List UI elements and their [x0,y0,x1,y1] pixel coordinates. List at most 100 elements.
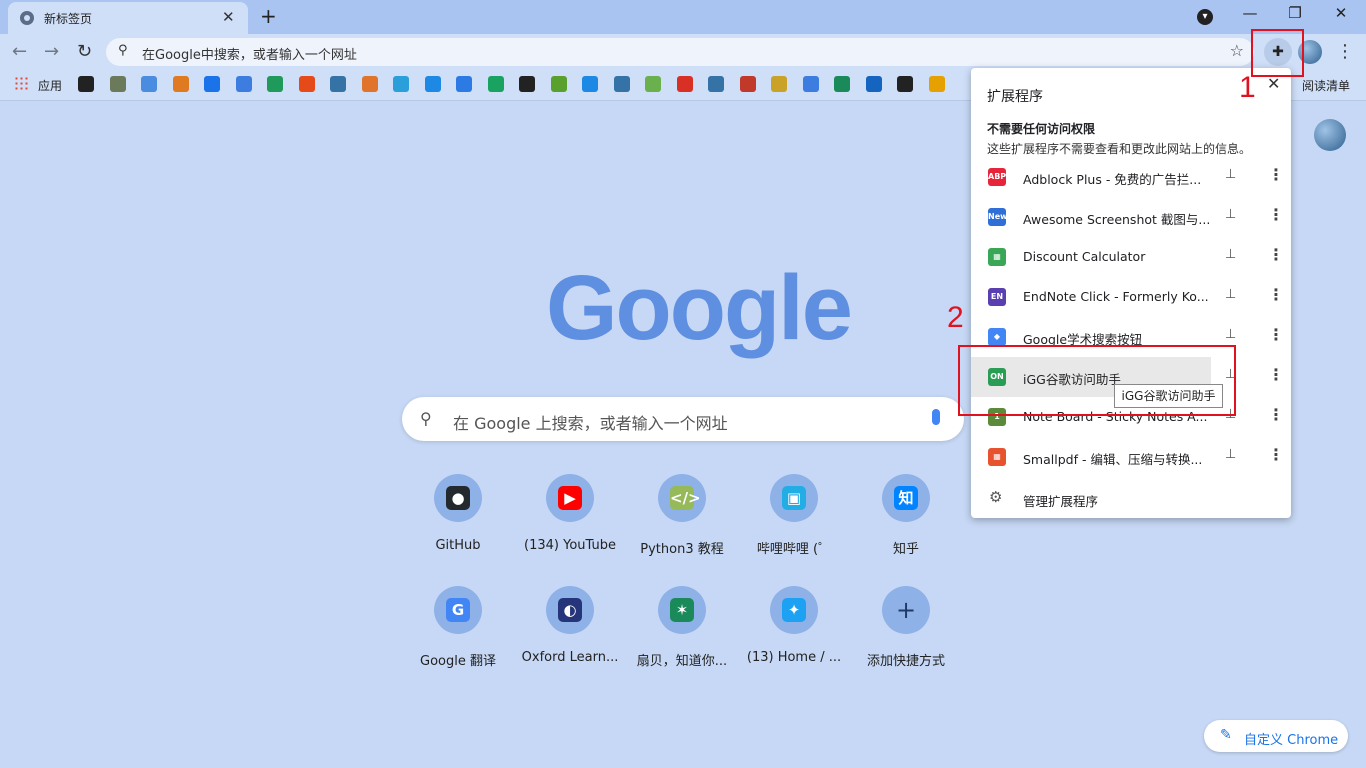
tab-title: 新标签页 [44,12,93,26]
restore-button[interactable]: ❐ [1275,4,1315,22]
pencil-icon: ✎ [1220,727,1232,743]
bookmark-item[interactable] [109,76,126,92]
extension-name: Adblock Plus - 免费的广告拦... [1023,172,1202,187]
bookmark-item[interactable] [708,76,724,92]
search-icon: ⚲ [420,409,432,428]
extensions-popup-title: 扩展程序 [987,89,1043,105]
add-icon: + [895,596,917,624]
shortcut-tile[interactable]: ● GitHub [402,474,514,574]
bookmark-item[interactable] [487,76,504,92]
more-options-icon[interactable]: ⋮ [1268,325,1284,344]
shortcut-tile[interactable]: ▣ 哔哩哔哩 (゜ [738,474,850,574]
google-logo: Google [546,257,853,359]
shortcut-icon-circle: ▶ [546,474,594,522]
shortcut-tile[interactable]: ✦ (13) Home / ... [738,586,850,686]
bookmark-item[interactable] [330,76,346,92]
ntp-search-placeholder: 在 Google 上搜索，或者输入一个网址 [453,414,728,433]
extension-item[interactable]: ABP Adblock Plus - 免费的广告拦... ⊥ ⋮ [971,157,1291,197]
close-tab-icon[interactable]: ✕ [222,8,235,26]
more-options-icon[interactable]: ⋮ [1268,245,1284,264]
tab-search-icon[interactable]: ▾ [1197,9,1213,25]
voice-search-icon[interactable] [932,409,940,425]
shortcut-icon-circle: 知 [882,474,930,522]
bookmark-item[interactable] [267,76,283,92]
shortcut-tile[interactable]: ✶ 扇贝，知道你... [626,586,738,686]
bookmark-item[interactable] [897,76,913,92]
bookmark-item[interactable] [424,76,441,92]
close-window-button[interactable]: ✕ [1321,4,1361,22]
bookmark-item[interactable] [739,76,756,92]
bookmark-item[interactable] [613,76,630,92]
apps-label[interactable]: 应用 [38,77,62,94]
shortcut-icon-circle: </> [658,474,706,522]
pin-icon[interactable]: ⊥ [1225,247,1236,262]
bookmark-item[interactable] [361,76,378,92]
pin-icon[interactable]: ⊥ [1225,327,1236,342]
bookmark-item[interactable] [834,76,850,92]
bookmark-item[interactable] [582,76,598,92]
tab-new-tab[interactable]: 新标签页 ✕ [8,2,248,34]
shortcut-icon-circle: ✦ [770,586,818,634]
bookmark-item[interactable] [771,76,787,92]
bookmark-item[interactable] [393,76,409,92]
reading-list-button[interactable]: 阅读清单 [1302,77,1350,94]
bookmark-item[interactable] [928,76,945,92]
bookmark-item[interactable] [298,76,315,92]
pin-icon[interactable]: ⊥ [1225,287,1236,302]
bookmark-item[interactable] [519,76,535,92]
chrome-icon [20,11,34,25]
extension-item[interactable]: New Awesome Screenshot 截图与... ⊥ ⋮ [971,197,1291,237]
pin-icon[interactable]: ⊥ [1225,207,1236,222]
shortcut-tile[interactable]: G Google 翻译 [402,586,514,686]
bookmark-item[interactable] [802,76,819,92]
bookmark-item[interactable] [172,76,189,92]
customize-chrome-button[interactable]: ✎ 自定义 Chrome [1204,720,1348,752]
shortcut-tile[interactable]: + 添加快捷方式 [850,586,962,686]
reload-button[interactable]: ↻ [77,41,92,62]
back-button[interactable]: ← [12,41,27,62]
bookmark-star-icon[interactable]: ☆ [1230,41,1244,60]
shortcut-tile[interactable]: 知知乎 [850,474,962,574]
more-options-icon[interactable]: ⋮ [1268,405,1284,424]
pin-icon[interactable]: ⊥ [1225,447,1236,462]
new-tab-button[interactable]: + [260,4,277,28]
extension-item[interactable]: ▦ Smallpdf - 编辑、压缩与转换... ⊥ ⋮ [971,437,1291,477]
bookmark-item[interactable] [550,76,567,92]
bookmark-item[interactable] [676,76,693,92]
more-options-icon[interactable]: ⋮ [1268,205,1284,224]
gear-icon: ⚙ [989,488,1003,506]
more-options-icon[interactable]: ⋮ [1268,445,1284,464]
shortcut-tile[interactable]: </> Python3 教程 [626,474,738,574]
ntp-profile-avatar[interactable] [1314,119,1346,151]
bookmark-item[interactable] [645,76,661,92]
bookmark-item[interactable] [456,76,472,92]
extension-name: Discount Calculator [1023,249,1146,264]
more-options-icon[interactable]: ⋮ [1268,365,1284,384]
shortcut-tile[interactable]: ▶ (134) YouTube [514,474,626,574]
more-options-icon[interactable]: ⋮ [1268,165,1284,184]
extension-item[interactable]: ▦ Discount Calculator ⊥ ⋮ [971,237,1291,277]
address-bar[interactable]: ⚲ 在Google中搜索，或者输入一个网址 ☆ [106,38,1254,66]
pin-icon[interactable]: ⊥ [1225,167,1236,182]
bookmark-item[interactable] [78,76,94,92]
bookmark-item[interactable] [204,76,220,92]
shortcut-tile[interactable]: ◐ Oxford Learn... [514,586,626,686]
minimize-button[interactable]: — [1230,4,1270,22]
bookmark-item[interactable] [141,76,157,92]
forward-button[interactable]: → [44,41,59,62]
bookmark-item[interactable] [865,76,882,92]
extension-item[interactable]: EN EndNote Click - Formerly Ko... ⊥ ⋮ [971,277,1291,317]
annotation-number-1: 1 [1239,71,1256,104]
ntp-search-box[interactable]: ⚲ 在 Google 上搜索，或者输入一个网址 [402,397,964,441]
search-icon: ⚲ [118,43,128,58]
shortcut-label: 添加快捷方式 [866,654,945,669]
chrome-menu-icon[interactable]: ⋮ [1336,41,1354,62]
bilibili-icon: ▣ [782,486,806,510]
shortcut-icon-circle: ✶ [658,586,706,634]
shortcut-label: Oxford Learn... [521,650,619,665]
manage-extensions-item[interactable]: ⚙ 管理扩展程序 [971,478,1291,518]
apps-grid-icon[interactable] [14,76,28,90]
more-options-icon[interactable]: ⋮ [1268,285,1284,304]
bookmark-item[interactable] [235,76,252,92]
shortcut-label: (134) YouTube [524,538,616,553]
